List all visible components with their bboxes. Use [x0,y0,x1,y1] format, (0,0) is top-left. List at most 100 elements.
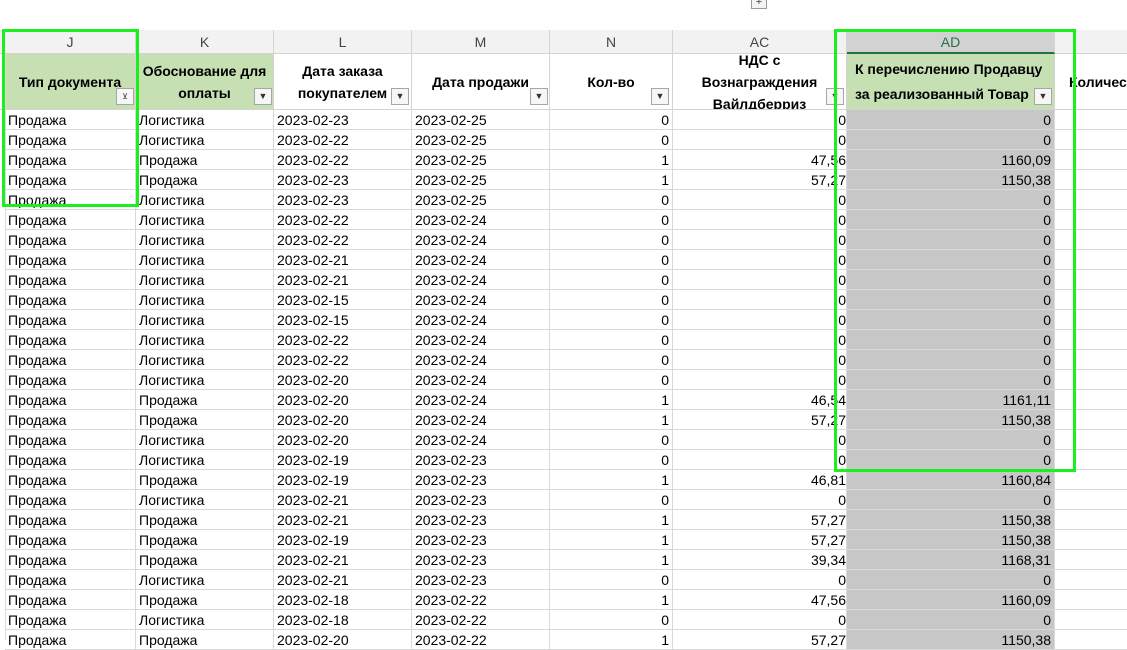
table-cell[interactable] [1055,370,1127,390]
table-cell[interactable]: 1 [550,590,673,610]
table-cell[interactable]: 1160,09 [847,150,1055,170]
table-cell[interactable] [1055,510,1127,530]
table-cell[interactable] [1055,270,1127,290]
table-cell[interactable]: 46,81 [673,470,847,490]
table-cell[interactable]: 57,27 [673,510,847,530]
table-cell[interactable]: Продажа [5,390,136,410]
table-cell[interactable]: 2023-02-22 [274,210,412,230]
table-cell[interactable] [1055,390,1127,410]
table-cell[interactable]: Продажа [5,510,136,530]
table-cell[interactable]: 0 [673,610,847,630]
table-cell[interactable]: 2023-02-25 [412,110,550,130]
table-cell[interactable]: 2023-02-23 [274,170,412,190]
table-cell[interactable]: Продажа [5,350,136,370]
table-cell[interactable]: Продажа [5,330,136,350]
table-cell[interactable]: 2023-02-19 [274,470,412,490]
column-letter-ac[interactable]: AC [673,30,847,54]
table-cell[interactable]: 0 [847,210,1055,230]
table-cell[interactable]: 0 [847,430,1055,450]
table-cell[interactable]: 2023-02-22 [412,590,550,610]
table-cell[interactable]: Логистика [136,270,274,290]
table-cell[interactable] [1055,250,1127,270]
table-cell[interactable]: 2023-02-23 [412,550,550,570]
table-cell[interactable]: 47,56 [673,150,847,170]
table-cell[interactable]: 0 [550,370,673,390]
table-cell[interactable]: 2023-02-22 [274,350,412,370]
table-cell[interactable]: 0 [673,290,847,310]
table-cell[interactable]: 2023-02-22 [274,130,412,150]
table-cell[interactable]: 1 [550,530,673,550]
table-cell[interactable]: 0 [847,130,1055,150]
table-cell[interactable]: 0 [673,230,847,250]
table-cell[interactable]: Логистика [136,190,274,210]
table-cell[interactable]: 0 [550,110,673,130]
column-letter-n[interactable]: N [550,30,673,54]
table-cell[interactable]: 2023-02-24 [412,250,550,270]
table-cell[interactable]: 2023-02-15 [274,310,412,330]
table-cell[interactable]: 1150,38 [847,630,1055,650]
column-header-ac[interactable]: НДС с Вознаграждения Вайлдберриз [673,54,847,110]
column-header-ad[interactable]: К перечислению Продавцу за реализованный… [847,54,1055,110]
table-cell[interactable]: 1168,31 [847,550,1055,570]
table-cell[interactable]: 2023-02-22 [274,330,412,350]
table-cell[interactable]: 2023-02-23 [412,510,550,530]
table-cell[interactable]: 57,27 [673,410,847,430]
table-cell[interactable]: 2023-02-21 [274,270,412,290]
table-cell[interactable]: 1 [550,550,673,570]
table-cell[interactable] [1055,230,1127,250]
table-cell[interactable]: 0 [673,110,847,130]
table-cell[interactable]: 1 [550,410,673,430]
table-cell[interactable]: 0 [673,370,847,390]
table-cell[interactable]: 0 [550,490,673,510]
table-cell[interactable]: 2023-02-19 [274,530,412,550]
filter-dropdown-icon[interactable]: ▼ [391,88,409,105]
table-cell[interactable]: 0 [847,610,1055,630]
table-cell[interactable] [1055,310,1127,330]
table-cell[interactable]: 2023-02-23 [412,470,550,490]
table-cell[interactable]: 0 [847,190,1055,210]
table-cell[interactable]: Логистика [136,490,274,510]
table-cell[interactable] [1055,570,1127,590]
table-cell[interactable]: 2023-02-24 [412,370,550,390]
table-cell[interactable]: Продажа [5,130,136,150]
table-cell[interactable] [1055,110,1127,130]
table-cell[interactable]: Продажа [136,390,274,410]
table-cell[interactable]: Логистика [136,250,274,270]
table-cell[interactable]: Логистика [136,370,274,390]
table-cell[interactable]: Продажа [5,110,136,130]
table-cell[interactable]: 2023-02-24 [412,270,550,290]
filter-dropdown-icon[interactable]: ▼ [530,88,548,105]
table-cell[interactable]: 2023-02-24 [412,330,550,350]
table-cell[interactable]: Логистика [136,430,274,450]
table-cell[interactable]: 0 [673,330,847,350]
table-cell[interactable]: 2023-02-24 [412,410,550,430]
table-cell[interactable] [1055,490,1127,510]
table-cell[interactable]: 2023-02-22 [274,150,412,170]
table-cell[interactable]: 0 [550,430,673,450]
table-cell[interactable]: 2023-02-20 [274,430,412,450]
table-cell[interactable]: 0 [673,310,847,330]
column-letter-m[interactable]: M [412,30,550,54]
table-cell[interactable]: 0 [550,230,673,250]
table-cell[interactable] [1055,350,1127,370]
table-cell[interactable]: 39,34 [673,550,847,570]
table-cell[interactable]: Продажа [5,550,136,570]
table-cell[interactable]: 0 [847,330,1055,350]
table-cell[interactable]: 2023-02-15 [274,290,412,310]
table-cell[interactable]: 2023-02-25 [412,190,550,210]
table-cell[interactable]: 2023-02-24 [412,350,550,370]
column-letter-k[interactable]: K [136,30,274,54]
table-cell[interactable]: 0 [550,130,673,150]
table-cell[interactable]: 0 [673,450,847,470]
table-cell[interactable]: 2023-02-23 [274,110,412,130]
table-cell[interactable]: 0 [673,430,847,450]
table-cell[interactable]: 2023-02-24 [412,430,550,450]
table-cell[interactable]: 1 [550,630,673,650]
table-cell[interactable]: 1160,09 [847,590,1055,610]
table-cell[interactable]: Продажа [5,210,136,230]
table-cell[interactable]: 2023-02-25 [412,130,550,150]
table-cell[interactable]: Продажа [136,550,274,570]
table-cell[interactable]: 0 [550,450,673,470]
table-cell[interactable]: Продажа [5,290,136,310]
table-cell[interactable]: 2023-02-21 [274,510,412,530]
